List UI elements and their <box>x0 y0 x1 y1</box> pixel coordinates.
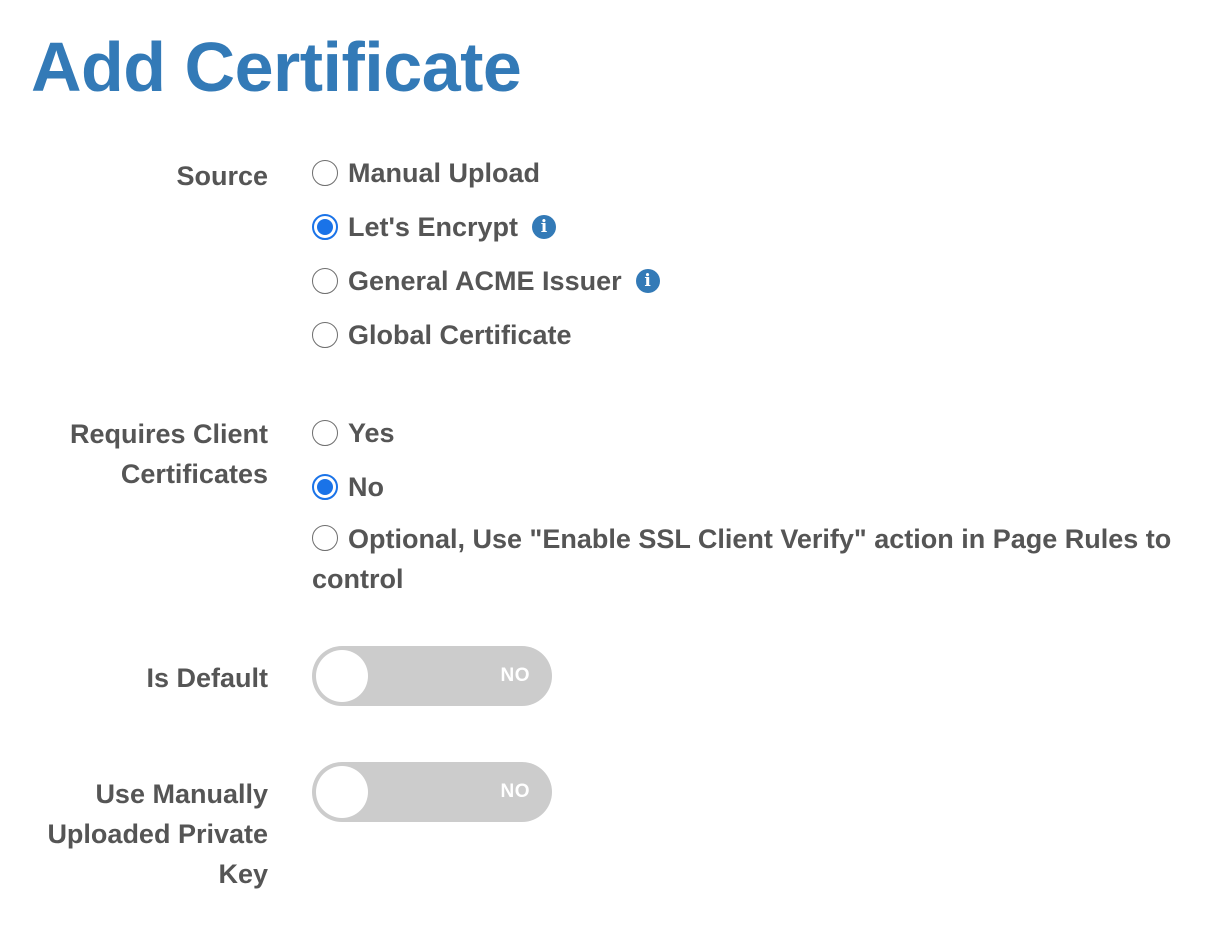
info-icon[interactable]: i <box>531 215 556 239</box>
radio-global-certificate[interactable] <box>312 322 338 348</box>
client-certs-option-label: Yes <box>348 417 395 448</box>
source-option-manual-upload[interactable]: Manual Upload <box>312 146 1192 200</box>
is-default-label: Is Default <box>146 663 268 693</box>
client-certs-option-yes[interactable]: Yes <box>312 406 1192 460</box>
client-certs-option-label: Optional, Use "Enable SSL Client Verify"… <box>312 524 1172 594</box>
page-title: Add Certificate <box>31 28 522 106</box>
toggle-knob[interactable] <box>316 766 368 818</box>
source-option-label: Global Certificate <box>348 319 572 350</box>
toggle-state-label: NO <box>500 781 530 802</box>
source-option-lets-encrypt[interactable]: Let's Encrypt i <box>312 200 1192 254</box>
radio-no[interactable] <box>312 474 338 500</box>
client-certs-option-label: No <box>348 471 384 502</box>
manual-key-label: Use Manually Uploaded Private Key <box>47 779 268 889</box>
client-certs-option-optional[interactable]: Optional, Use "Enable SSL Client Verify"… <box>312 519 1192 599</box>
source-label: Source <box>176 161 268 191</box>
radio-general-acme[interactable] <box>312 268 338 294</box>
radio-lets-encrypt[interactable] <box>312 214 338 240</box>
is-default-toggle[interactable]: NO <box>312 646 552 706</box>
source-options: Manual Upload Let's Encrypt i General AC… <box>312 146 1192 362</box>
radio-yes[interactable] <box>312 420 338 446</box>
info-icon[interactable]: i <box>635 269 660 293</box>
add-certificate-page: Add Certificate Source Manual Upload Let… <box>0 0 1230 930</box>
toggle-knob[interactable] <box>316 650 368 702</box>
source-option-global-certificate[interactable]: Global Certificate <box>312 308 1192 362</box>
client-certs-label: Requires Client Certificates <box>69 419 268 489</box>
source-option-label: Manual Upload <box>348 157 541 188</box>
source-option-general-acme[interactable]: General ACME Issuer i <box>312 254 1192 308</box>
radio-manual-upload[interactable] <box>312 160 338 186</box>
radio-optional[interactable] <box>312 525 338 551</box>
toggle-state-label: NO <box>500 665 530 686</box>
source-option-label: General ACME Issuer <box>348 265 622 296</box>
manual-key-toggle[interactable]: NO <box>312 762 552 822</box>
client-certs-options: Yes No Optional, Use "Enable SSL Client … <box>312 406 1192 599</box>
client-certs-option-no[interactable]: No <box>312 460 1192 514</box>
source-option-label: Let's Encrypt <box>348 211 518 242</box>
